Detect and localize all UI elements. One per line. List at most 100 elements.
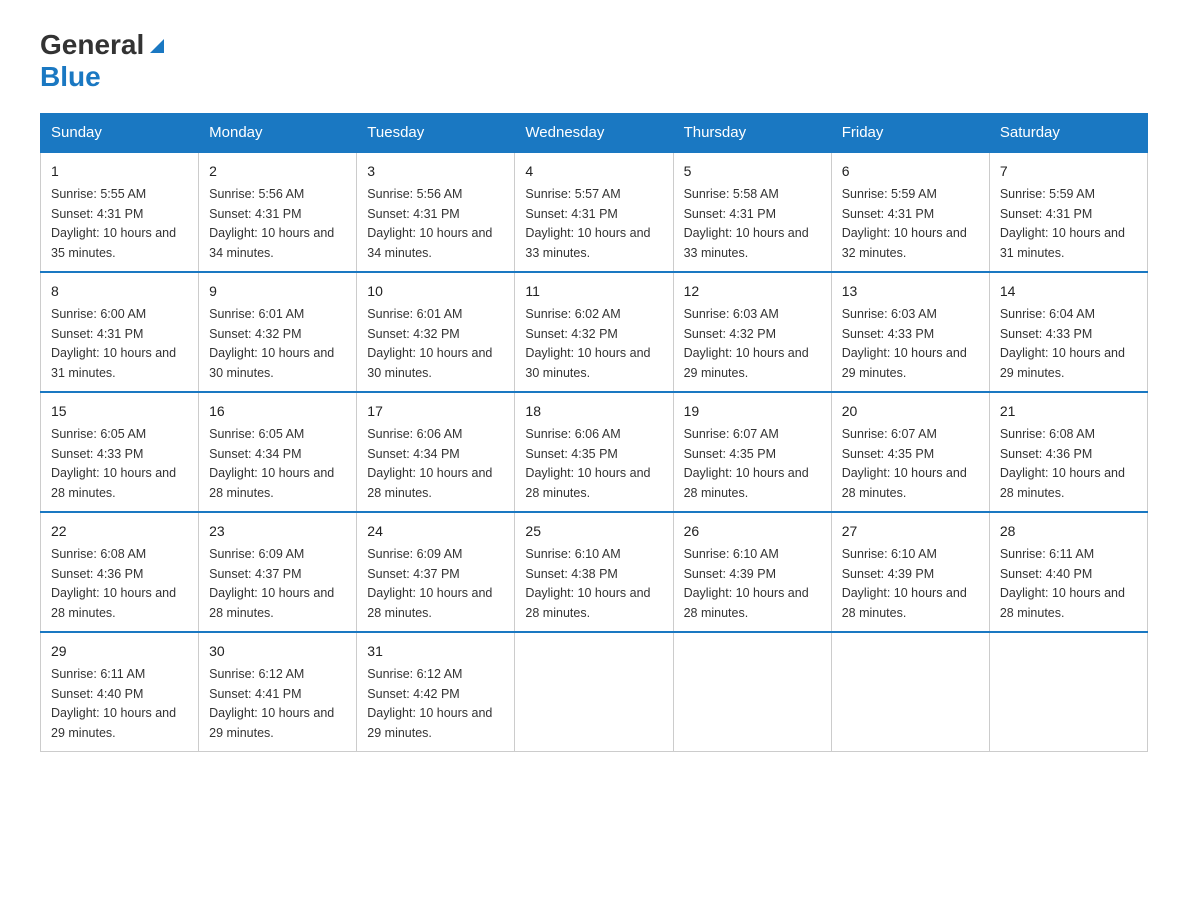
day-number: 23 bbox=[209, 521, 346, 542]
calendar-cell: 7Sunrise: 5:59 AMSunset: 4:31 PMDaylight… bbox=[989, 152, 1147, 272]
calendar-week-row: 1 Sunrise: 5:55 AMSunset: 4:31 PMDaylight… bbox=[41, 152, 1148, 272]
day-number: 25 bbox=[525, 521, 662, 542]
header-wednesday: Wednesday bbox=[515, 113, 673, 152]
calendar-cell: 5 Sunrise: 5:58 AMSunset: 4:31 PMDaylight… bbox=[673, 152, 831, 272]
calendar-cell: 26 Sunrise: 6:10 AMSunset: 4:39 PMDayligh… bbox=[673, 512, 831, 632]
calendar-cell: 24 Sunrise: 6:09 AMSunset: 4:37 PMDayligh… bbox=[357, 512, 515, 632]
day-info: Sunrise: 6:03 AMSunset: 4:33 PMDaylight:… bbox=[842, 307, 967, 380]
calendar-cell: 28Sunrise: 6:11 AMSunset: 4:40 PMDayligh… bbox=[989, 512, 1147, 632]
calendar-week-row: 22 Sunrise: 6:08 AMSunset: 4:36 PMDayligh… bbox=[41, 512, 1148, 632]
calendar-cell bbox=[515, 632, 673, 752]
day-info: Sunrise: 5:57 AMSunset: 4:31 PMDaylight:… bbox=[525, 187, 650, 260]
day-info: Sunrise: 6:03 AMSunset: 4:32 PMDaylight:… bbox=[684, 307, 809, 380]
day-info: Sunrise: 5:56 AMSunset: 4:31 PMDaylight:… bbox=[367, 187, 492, 260]
day-number: 21 bbox=[1000, 401, 1137, 422]
day-number: 6 bbox=[842, 161, 979, 182]
calendar-cell bbox=[831, 632, 989, 752]
calendar-cell: 17 Sunrise: 6:06 AMSunset: 4:34 PMDayligh… bbox=[357, 392, 515, 512]
day-number: 16 bbox=[209, 401, 346, 422]
page-header: General Blue bbox=[40, 30, 1148, 93]
day-info: Sunrise: 6:02 AMSunset: 4:32 PMDaylight:… bbox=[525, 307, 650, 380]
calendar-week-row: 29 Sunrise: 6:11 AMSunset: 4:40 PMDayligh… bbox=[41, 632, 1148, 752]
calendar-cell: 12 Sunrise: 6:03 AMSunset: 4:32 PMDayligh… bbox=[673, 272, 831, 392]
day-number: 9 bbox=[209, 281, 346, 302]
day-info: Sunrise: 5:59 AMSunset: 4:31 PMDaylight:… bbox=[842, 187, 967, 260]
day-info: Sunrise: 6:11 AMSunset: 4:40 PMDaylight:… bbox=[51, 667, 176, 740]
day-number: 3 bbox=[367, 161, 504, 182]
calendar-week-row: 15Sunrise: 6:05 AMSunset: 4:33 PMDayligh… bbox=[41, 392, 1148, 512]
day-info: Sunrise: 5:58 AMSunset: 4:31 PMDaylight:… bbox=[684, 187, 809, 260]
day-info: Sunrise: 6:00 AMSunset: 4:31 PMDaylight:… bbox=[51, 307, 176, 380]
day-info: Sunrise: 6:10 AMSunset: 4:39 PMDaylight:… bbox=[842, 547, 967, 620]
day-info: Sunrise: 6:07 AMSunset: 4:35 PMDaylight:… bbox=[684, 427, 809, 500]
day-info: Sunrise: 6:11 AMSunset: 4:40 PMDaylight:… bbox=[1000, 547, 1125, 620]
calendar-cell: 15Sunrise: 6:05 AMSunset: 4:33 PMDayligh… bbox=[41, 392, 199, 512]
day-info: Sunrise: 6:06 AMSunset: 4:35 PMDaylight:… bbox=[525, 427, 650, 500]
day-info: Sunrise: 6:10 AMSunset: 4:38 PMDaylight:… bbox=[525, 547, 650, 620]
calendar-cell: 21 Sunrise: 6:08 AMSunset: 4:36 PMDayligh… bbox=[989, 392, 1147, 512]
day-number: 26 bbox=[684, 521, 821, 542]
logo-blue: Blue bbox=[40, 61, 101, 93]
day-info: Sunrise: 6:12 AMSunset: 4:41 PMDaylight:… bbox=[209, 667, 334, 740]
calendar-cell: 9 Sunrise: 6:01 AMSunset: 4:32 PMDaylight… bbox=[199, 272, 357, 392]
day-info: Sunrise: 6:04 AMSunset: 4:33 PMDaylight:… bbox=[1000, 307, 1125, 380]
day-info: Sunrise: 6:06 AMSunset: 4:34 PMDaylight:… bbox=[367, 427, 492, 500]
day-number: 22 bbox=[51, 521, 188, 542]
day-info: Sunrise: 6:01 AMSunset: 4:32 PMDaylight:… bbox=[367, 307, 492, 380]
day-number: 10 bbox=[367, 281, 504, 302]
day-number: 30 bbox=[209, 641, 346, 662]
header-monday: Monday bbox=[199, 113, 357, 152]
day-number: 14 bbox=[1000, 281, 1137, 302]
day-info: Sunrise: 6:09 AMSunset: 4:37 PMDaylight:… bbox=[209, 547, 334, 620]
logo-triangle-icon bbox=[146, 35, 168, 57]
day-number: 11 bbox=[525, 281, 662, 302]
day-info: Sunrise: 6:05 AMSunset: 4:33 PMDaylight:… bbox=[51, 427, 176, 500]
calendar-cell: 3 Sunrise: 5:56 AMSunset: 4:31 PMDaylight… bbox=[357, 152, 515, 272]
day-info: Sunrise: 6:08 AMSunset: 4:36 PMDaylight:… bbox=[1000, 427, 1125, 500]
calendar-cell: 14 Sunrise: 6:04 AMSunset: 4:33 PMDayligh… bbox=[989, 272, 1147, 392]
calendar-cell: 19 Sunrise: 6:07 AMSunset: 4:35 PMDayligh… bbox=[673, 392, 831, 512]
day-info: Sunrise: 6:10 AMSunset: 4:39 PMDaylight:… bbox=[684, 547, 809, 620]
day-info: Sunrise: 6:12 AMSunset: 4:42 PMDaylight:… bbox=[367, 667, 492, 740]
calendar-cell: 4 Sunrise: 5:57 AMSunset: 4:31 PMDaylight… bbox=[515, 152, 673, 272]
day-info: Sunrise: 6:07 AMSunset: 4:35 PMDaylight:… bbox=[842, 427, 967, 500]
day-info: Sunrise: 5:55 AMSunset: 4:31 PMDaylight:… bbox=[51, 187, 176, 260]
calendar-cell: 18Sunrise: 6:06 AMSunset: 4:35 PMDayligh… bbox=[515, 392, 673, 512]
calendar-cell: 1 Sunrise: 5:55 AMSunset: 4:31 PMDaylight… bbox=[41, 152, 199, 272]
calendar-cell: 10 Sunrise: 6:01 AMSunset: 4:32 PMDayligh… bbox=[357, 272, 515, 392]
logo: General Blue bbox=[40, 30, 168, 93]
header-saturday: Saturday bbox=[989, 113, 1147, 152]
calendar-cell: 11 Sunrise: 6:02 AMSunset: 4:32 PMDayligh… bbox=[515, 272, 673, 392]
day-number: 4 bbox=[525, 161, 662, 182]
calendar-cell: 2Sunrise: 5:56 AMSunset: 4:31 PMDaylight… bbox=[199, 152, 357, 272]
calendar-cell: 8Sunrise: 6:00 AMSunset: 4:31 PMDaylight… bbox=[41, 272, 199, 392]
day-info: Sunrise: 6:05 AMSunset: 4:34 PMDaylight:… bbox=[209, 427, 334, 500]
calendar-cell: 23 Sunrise: 6:09 AMSunset: 4:37 PMDayligh… bbox=[199, 512, 357, 632]
day-number: 5 bbox=[684, 161, 821, 182]
day-info: Sunrise: 5:59 AMSunset: 4:31 PMDaylight:… bbox=[1000, 187, 1125, 260]
header-sunday: Sunday bbox=[41, 113, 199, 152]
day-info: Sunrise: 5:56 AMSunset: 4:31 PMDaylight:… bbox=[209, 187, 334, 260]
day-number: 12 bbox=[684, 281, 821, 302]
calendar-cell: 30 Sunrise: 6:12 AMSunset: 4:41 PMDayligh… bbox=[199, 632, 357, 752]
calendar-cell: 29 Sunrise: 6:11 AMSunset: 4:40 PMDayligh… bbox=[41, 632, 199, 752]
day-number: 24 bbox=[367, 521, 504, 542]
day-number: 13 bbox=[842, 281, 979, 302]
calendar-cell: 25 Sunrise: 6:10 AMSunset: 4:38 PMDayligh… bbox=[515, 512, 673, 632]
calendar-cell: 27 Sunrise: 6:10 AMSunset: 4:39 PMDayligh… bbox=[831, 512, 989, 632]
header-thursday: Thursday bbox=[673, 113, 831, 152]
calendar-cell: 31 Sunrise: 6:12 AMSunset: 4:42 PMDayligh… bbox=[357, 632, 515, 752]
calendar-cell: 6 Sunrise: 5:59 AMSunset: 4:31 PMDaylight… bbox=[831, 152, 989, 272]
day-number: 27 bbox=[842, 521, 979, 542]
logo-general: General bbox=[40, 30, 144, 61]
day-number: 19 bbox=[684, 401, 821, 422]
day-number: 17 bbox=[367, 401, 504, 422]
day-number: 1 bbox=[51, 161, 188, 182]
day-info: Sunrise: 6:08 AMSunset: 4:36 PMDaylight:… bbox=[51, 547, 176, 620]
day-info: Sunrise: 6:09 AMSunset: 4:37 PMDaylight:… bbox=[367, 547, 492, 620]
day-number: 20 bbox=[842, 401, 979, 422]
calendar-header-row: SundayMondayTuesdayWednesdayThursdayFrid… bbox=[41, 113, 1148, 152]
day-number: 31 bbox=[367, 641, 504, 662]
day-number: 29 bbox=[51, 641, 188, 662]
day-info: Sunrise: 6:01 AMSunset: 4:32 PMDaylight:… bbox=[209, 307, 334, 380]
